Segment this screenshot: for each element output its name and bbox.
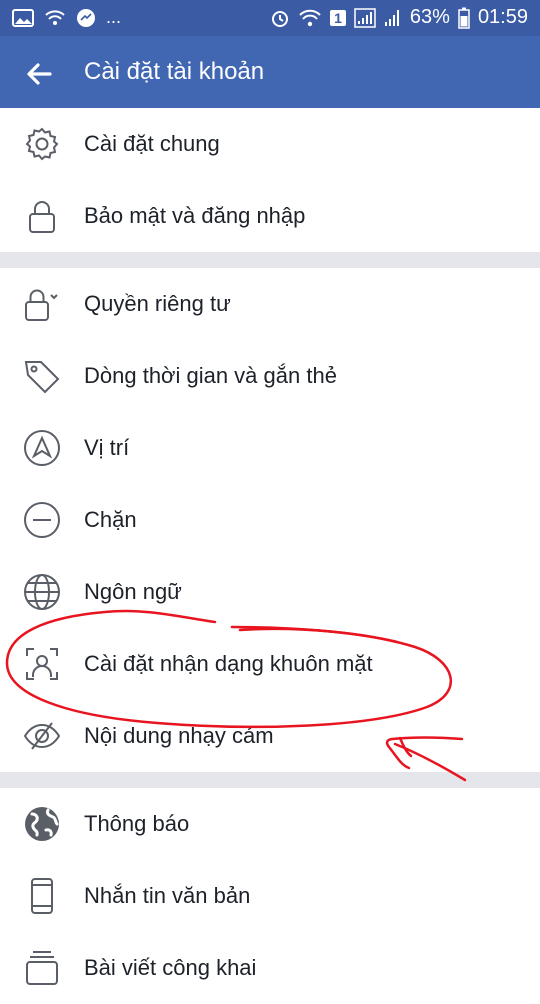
- setting-blocking[interactable]: Chặn: [0, 484, 540, 556]
- app-bar: Cài đặt tài khoản: [0, 36, 540, 108]
- setting-label: Nhắn tin văn bản: [84, 883, 251, 908]
- alarm-icon: [270, 8, 290, 28]
- signal-icon: [354, 7, 376, 28]
- setting-label: Ngôn ngữ: [84, 579, 182, 604]
- gallery-icon: [12, 8, 34, 27]
- setting-label: Thông báo: [84, 811, 190, 836]
- battery-icon: [458, 7, 470, 29]
- phone-icon: [22, 876, 62, 916]
- setting-label: Cài đặt nhận dạng khuôn mặt: [84, 651, 373, 676]
- privacy-lock-icon: [22, 284, 62, 324]
- battery-percent: 63%: [409, 6, 450, 28]
- page-title: Cài đặt tài khoản: [84, 58, 265, 85]
- setting-public-posts[interactable]: Bài viết công khai: [0, 932, 540, 1004]
- setting-language[interactable]: Ngôn ngữ: [0, 556, 540, 628]
- signal-bars-icon: [384, 8, 402, 28]
- status-bar: ... 1 63% 01:59: [0, 0, 540, 36]
- section-divider: [0, 772, 540, 788]
- setting-notifications[interactable]: Thông báo: [0, 788, 540, 860]
- setting-label: Nội dung nhạy cảm: [84, 723, 274, 748]
- notification-ellipsis: ...: [106, 7, 122, 27]
- setting-label: Bảo mật và đăng nhập: [84, 203, 306, 228]
- clock: 01:59: [477, 6, 528, 28]
- location-arrow-icon: [22, 428, 62, 468]
- section-divider: [0, 252, 540, 268]
- wifi-off-icon: [44, 9, 66, 27]
- setting-general[interactable]: Cài đặt chung: [0, 108, 540, 180]
- setting-label: Chặn: [84, 507, 137, 532]
- setting-text-messaging[interactable]: Nhắn tin văn bản: [0, 860, 540, 932]
- setting-security-login[interactable]: Bảo mật và đăng nhập: [0, 180, 540, 252]
- globe-icon: [22, 572, 62, 612]
- tag-icon: [22, 356, 62, 396]
- lock-icon: [22, 196, 62, 236]
- setting-timeline-tagging[interactable]: Dòng thời gian và gắn thẻ: [0, 340, 540, 412]
- setting-sensitive-content[interactable]: Nội dung nhạy cảm: [0, 700, 540, 772]
- messenger-icon: [76, 8, 96, 28]
- sim-badge: 1: [330, 9, 346, 26]
- gear-icon: [22, 124, 62, 164]
- setting-location[interactable]: Vị trí: [0, 412, 540, 484]
- setting-label: Dòng thời gian và gắn thẻ: [84, 363, 337, 388]
- setting-privacy[interactable]: Quyền riêng tư: [0, 268, 540, 340]
- earth-icon: [22, 804, 62, 844]
- setting-label: Cài đặt chung: [84, 131, 220, 156]
- back-arrow-icon[interactable]: [20, 54, 60, 94]
- block-icon: [22, 500, 62, 540]
- feed-icon: [22, 948, 62, 988]
- eye-slash-icon: [22, 716, 62, 756]
- wifi-icon: [298, 8, 322, 28]
- face-recognition-icon: [22, 644, 62, 684]
- setting-label: Quyền riêng tư: [84, 291, 231, 316]
- setting-face-recognition[interactable]: Cài đặt nhận dạng khuôn mặt: [0, 628, 540, 700]
- setting-label: Bài viết công khai: [84, 955, 257, 980]
- setting-label: Vị trí: [84, 435, 130, 460]
